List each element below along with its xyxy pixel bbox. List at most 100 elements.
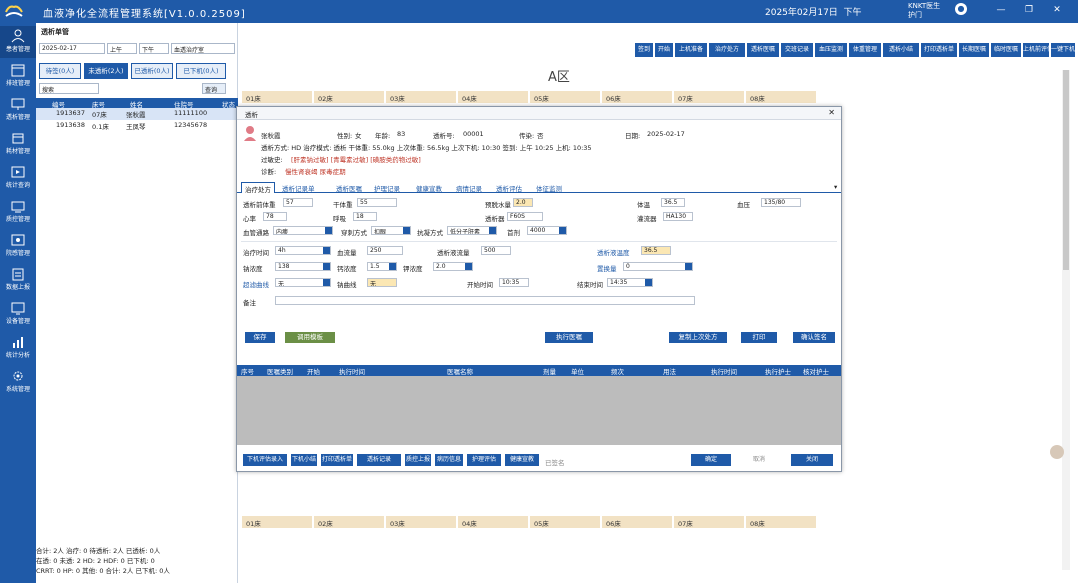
- uf-profile-select[interactable]: 无: [275, 278, 331, 287]
- toolbar-button[interactable]: 临时医嘱: [991, 43, 1021, 57]
- bed-card[interactable]: 07床: [674, 91, 744, 103]
- footer-button[interactable]: 病历信息: [435, 454, 463, 466]
- first-dose-input[interactable]: 4000: [527, 226, 567, 235]
- sidebar-item-dialysis[interactable]: 透析管理: [0, 94, 36, 126]
- close-dialog-button[interactable]: 关闭: [791, 454, 833, 466]
- tab-vitals[interactable]: 体征监测: [533, 182, 565, 193]
- heart-rate-input[interactable]: 78: [263, 212, 287, 221]
- scrollbar-thumb[interactable]: [1063, 70, 1069, 270]
- toolbar-button[interactable]: 开始: [655, 43, 673, 57]
- tab-education[interactable]: 健康宣教: [413, 182, 445, 193]
- maximize-button[interactable]: ❐: [1022, 3, 1036, 17]
- bed-card[interactable]: 05床: [530, 516, 600, 528]
- copy-prescription-button[interactable]: 复制上次处方: [669, 332, 727, 343]
- user-name[interactable]: KNKT医生 护门: [908, 2, 940, 20]
- ward-select[interactable]: 血透治疗室: [171, 43, 235, 54]
- tab-record[interactable]: 透析记录单: [279, 182, 318, 193]
- uf-goal-input[interactable]: 2.0: [513, 198, 533, 207]
- bed-card[interactable]: 02床: [314, 516, 384, 528]
- sidebar-item-schedule[interactable]: 排班管理: [0, 60, 36, 92]
- shift-select[interactable]: 上午: [107, 43, 137, 54]
- bed-card[interactable]: 02床: [314, 91, 384, 103]
- pre-weight-input[interactable]: 57: [283, 198, 313, 207]
- temperature-input[interactable]: 36.5: [661, 198, 685, 207]
- start-time-input[interactable]: 10:35: [499, 278, 529, 287]
- dialysate-temp-input[interactable]: 36.5: [641, 246, 671, 255]
- tab-not-dialyzed[interactable]: 未透析(2人): [84, 63, 128, 79]
- bed-card[interactable]: 03床: [386, 91, 456, 103]
- footer-button[interactable]: 打印透析单: [321, 454, 353, 466]
- date-picker[interactable]: 2025-02-17: [39, 43, 105, 54]
- ok-button[interactable]: 确定: [691, 454, 731, 466]
- toolbar-button[interactable]: 透析医嘱: [747, 43, 779, 57]
- close-button[interactable]: ✕: [1050, 3, 1064, 17]
- perfusion-input[interactable]: HA130: [663, 212, 693, 221]
- toolbar-button[interactable]: 长期医嘱: [959, 43, 989, 57]
- bed-card[interactable]: 01床: [242, 516, 312, 528]
- bed-card[interactable]: 04床: [458, 516, 528, 528]
- toolbar-button[interactable]: 一键下机: [1051, 43, 1075, 57]
- footer-button[interactable]: 护理评估: [467, 454, 501, 466]
- footer-button[interactable]: 下机评估录入: [243, 454, 287, 466]
- sodium-select[interactable]: 138: [275, 262, 331, 271]
- template-button[interactable]: 调用模板: [285, 332, 335, 343]
- footer-button[interactable]: 质控上报: [405, 454, 431, 466]
- sidebar-item-infection[interactable]: 院感管理: [0, 230, 36, 262]
- sidebar-item-patients[interactable]: 患者管理: [0, 26, 36, 58]
- replacement-select[interactable]: 0: [623, 262, 693, 271]
- dry-weight-input[interactable]: 55: [357, 198, 397, 207]
- close-icon[interactable]: ✕: [828, 108, 835, 117]
- assistant-avatar-icon[interactable]: [1050, 445, 1064, 459]
- sidebar-item-report[interactable]: 数据上报: [0, 264, 36, 296]
- bed-card[interactable]: 06床: [602, 516, 672, 528]
- tab-pending[interactable]: 待签(0人): [39, 63, 81, 79]
- sidebar-item-device[interactable]: 设备管理: [0, 298, 36, 330]
- access-select[interactable]: 内瘘: [273, 226, 333, 235]
- toolbar-button[interactable]: 打印透析单: [921, 43, 957, 57]
- tab-offline[interactable]: 已下机(0人): [176, 63, 226, 79]
- toolbar-button[interactable]: 治疗处方: [709, 43, 745, 57]
- toolbar-button[interactable]: 交班记录: [781, 43, 813, 57]
- sidebar-item-analysis[interactable]: 统计分析: [0, 332, 36, 364]
- calcium-select[interactable]: 1.5: [367, 262, 397, 271]
- dialysate-flow-input[interactable]: 500: [481, 246, 511, 255]
- blood-flow-input[interactable]: 250: [367, 246, 403, 255]
- user-avatar-icon[interactable]: ●: [955, 3, 967, 15]
- dialyzer-input[interactable]: F60S: [507, 212, 543, 221]
- save-button[interactable]: 保存: [245, 332, 275, 343]
- tab-nursing[interactable]: 护理记录: [371, 182, 403, 193]
- sodium-profile-input[interactable]: 无: [367, 278, 397, 287]
- toolbar-button[interactable]: 体重管理: [849, 43, 881, 57]
- potassium-select[interactable]: 2.0: [433, 262, 473, 271]
- respiration-input[interactable]: 18: [353, 212, 377, 221]
- sidebar-item-stats[interactable]: 统计查询: [0, 162, 36, 194]
- footer-button[interactable]: 健康宣教: [505, 454, 539, 466]
- bed-card[interactable]: 06床: [602, 91, 672, 103]
- tab-prescription[interactable]: 治疗处方: [241, 182, 275, 194]
- toolbar-button[interactable]: 上机准备: [675, 43, 707, 57]
- duration-select[interactable]: 4h: [275, 246, 331, 255]
- print-button[interactable]: 打印: [741, 332, 777, 343]
- tab-assessment[interactable]: 透析评估: [493, 182, 525, 193]
- bed-card[interactable]: 04床: [458, 91, 528, 103]
- execute-orders-button[interactable]: 执行医嘱: [545, 332, 593, 343]
- footer-button[interactable]: 下机小结: [291, 454, 317, 466]
- table-row[interactable]: 1913637 07床 张秋霞 11111100: [36, 108, 238, 120]
- tab-condition[interactable]: 病情记录: [453, 182, 485, 193]
- bed-card[interactable]: 03床: [386, 516, 456, 528]
- tab-dialyzed[interactable]: 已透析(0人): [131, 63, 173, 79]
- bed-card[interactable]: 08床: [746, 516, 816, 528]
- bed-card[interactable]: 07床: [674, 516, 744, 528]
- bed-card[interactable]: 01床: [242, 91, 312, 103]
- bed-card[interactable]: 08床: [746, 91, 816, 103]
- sidebar-item-quality[interactable]: 质控管理: [0, 196, 36, 228]
- toolbar-button[interactable]: 签到: [635, 43, 653, 57]
- toolbar-button[interactable]: 血压监测: [815, 43, 847, 57]
- table-row[interactable]: 1913638 0.1床 王凤琴 12345678: [36, 120, 238, 132]
- sidebar-item-supplies[interactable]: 耗材管理: [0, 128, 36, 160]
- blood-pressure-input[interactable]: 135/80: [761, 198, 801, 207]
- search-button[interactable]: 查询: [202, 83, 226, 94]
- remarks-input[interactable]: [275, 296, 695, 305]
- bed-card[interactable]: 05床: [530, 91, 600, 103]
- sidebar-item-system[interactable]: 系统管理: [0, 366, 36, 398]
